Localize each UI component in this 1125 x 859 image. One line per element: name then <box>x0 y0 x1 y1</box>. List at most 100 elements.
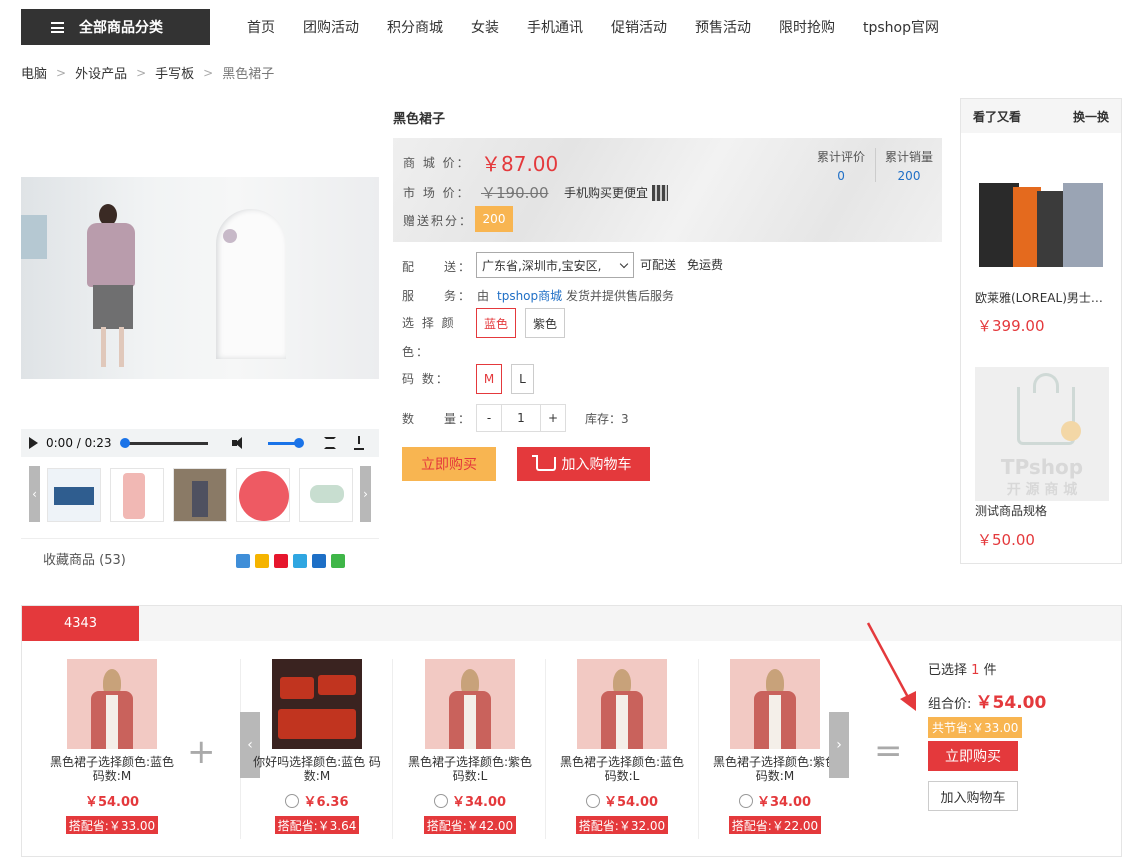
quantity-minus-button[interactable]: - <box>476 404 502 432</box>
side-item-image[interactable] <box>975 153 1109 287</box>
refresh-button[interactable]: 换一换 <box>1073 108 1109 125</box>
download-icon[interactable] <box>353 436 365 450</box>
chevron-right-icon[interactable]: › <box>829 712 849 778</box>
watermark-brand: TPshop <box>1000 455 1084 479</box>
fullscreen-icon[interactable] <box>323 437 336 449</box>
nav-group-buy[interactable]: 团购活动 <box>303 17 359 37</box>
share-wechat-icon[interactable] <box>331 554 345 568</box>
combo-buy-now-button[interactable]: 立即购买 <box>928 741 1018 771</box>
divider <box>545 659 546 839</box>
volume-icon[interactable] <box>231 437 246 449</box>
qr-code-icon[interactable] <box>652 184 669 201</box>
quantity-input[interactable]: 1 <box>502 404 540 432</box>
chevron-right-icon: > <box>136 65 147 80</box>
size-label: 码 数： <box>402 372 450 386</box>
video-seek-bar[interactable] <box>119 437 208 448</box>
quantity-label: 数 量： <box>402 412 473 426</box>
favorite-button[interactable]: 收藏商品 (53) <box>43 549 126 568</box>
nav-womens-wear[interactable]: 女装 <box>471 17 499 37</box>
combo-item-name[interactable]: 你好吗选择颜色:蓝色 码数:M <box>252 755 382 783</box>
combo-item-image[interactable] <box>425 659 515 749</box>
thumbnail-dress[interactable] <box>173 468 227 522</box>
thumbnail-tablet[interactable] <box>47 468 101 522</box>
mall-price-label: 商 城 价： <box>403 156 471 170</box>
product-video[interactable] <box>21 177 379 379</box>
nav-mobile[interactable]: 手机通讯 <box>527 17 583 37</box>
combo-item-price-value: ￥6.36 <box>303 795 349 810</box>
color-option-blue[interactable]: 蓝色 <box>476 308 516 338</box>
stock-count: 库存：3 <box>585 412 629 426</box>
combo-item-image[interactable] <box>577 659 667 749</box>
delivery-label: 配 送： <box>402 260 473 274</box>
combo-item-image[interactable] <box>67 659 157 749</box>
shop-link[interactable]: tpshop商城 <box>497 287 562 304</box>
seek-knob[interactable] <box>119 437 130 448</box>
breadcrumb-item[interactable]: 手写板 <box>155 63 194 82</box>
combo-item-name[interactable]: 黑色裙子选择颜色:紫色 码数:M <box>710 755 840 783</box>
combo-item-name[interactable]: 黑色裙子选择颜色:蓝色 码数:M <box>47 755 177 783</box>
quantity-plus-button[interactable]: + <box>540 404 566 432</box>
nav-flash-sale[interactable]: 限时抢购 <box>779 17 835 37</box>
size-option-l[interactable]: L <box>511 364 534 394</box>
thumbnail-phone[interactable] <box>110 468 164 522</box>
combo-item-saving: 搭配省:￥22.00 <box>728 816 822 834</box>
breadcrumb-item[interactable]: 外设产品 <box>75 63 127 82</box>
combo-item-name[interactable]: 黑色裙子选择颜色:紫色 码数:L <box>405 755 535 783</box>
side-item-image[interactable]: TPshop 开 源 商 城 <box>975 367 1109 501</box>
combo-item-image[interactable] <box>730 659 820 749</box>
volume-slider[interactable] <box>267 437 304 448</box>
share-tencent-icon[interactable] <box>293 554 307 568</box>
share-weibo-icon[interactable] <box>274 554 288 568</box>
combo-selected-suffix: 件 <box>983 663 997 678</box>
combo-item: 你好吗选择颜色:蓝色 码数:M ￥6.36 搭配省:￥3.64 <box>252 659 382 834</box>
nav-points-mall[interactable]: 积分商城 <box>387 17 443 37</box>
mobile-buy-label: 手机购买更便宜 <box>564 186 649 200</box>
combo-item-saving: 搭配省:￥32.00 <box>575 816 669 834</box>
nav-home[interactable]: 首页 <box>247 17 275 37</box>
share-qzone-icon[interactable] <box>255 554 269 568</box>
share-renren-icon[interactable] <box>312 554 326 568</box>
combo-item-price: ￥34.00 <box>710 791 840 810</box>
delivery-region-select[interactable]: 广东省,深圳市,宝安区, <box>476 252 634 278</box>
nav-official-site[interactable]: tpshop官网 <box>863 17 939 37</box>
play-icon[interactable] <box>29 437 38 449</box>
model-sweater <box>87 223 135 287</box>
add-to-cart-button[interactable]: 加入购物车 <box>517 447 650 481</box>
combo-item-price-value: ￥54.00 <box>603 795 659 810</box>
combo-item: 黑色裙子选择颜色:紫色 码数:M ￥34.00 搭配省:￥22.00 <box>710 659 840 834</box>
buy-now-button[interactable]: 立即购买 <box>402 447 496 481</box>
side-item-name[interactable]: 测试商品规格 <box>975 502 1109 519</box>
annotation-arrow-icon <box>866 622 916 711</box>
side-item-name[interactable]: 欧莱雅(LOREAL)男士8... <box>975 289 1109 306</box>
mobile-buy-link[interactable]: 手机购买更便宜 <box>564 184 669 201</box>
combo-select-radio[interactable] <box>285 793 300 808</box>
combo-select-radio[interactable] <box>738 793 753 808</box>
nav-promotions[interactable]: 促销活动 <box>611 17 667 37</box>
combo-add-to-cart-button[interactable]: 加入购物车 <box>928 781 1018 811</box>
mall-price: ￥87.00 <box>481 152 559 176</box>
free-shipping: 免运费 <box>687 258 724 272</box>
combo-item-image[interactable] <box>272 659 362 749</box>
volume-knob[interactable] <box>293 437 304 448</box>
combo-select-radio[interactable] <box>585 793 600 808</box>
combo-tab[interactable]: 4343 <box>22 606 139 641</box>
breadcrumb-item[interactable]: 电脑 <box>21 63 47 82</box>
chevron-right-icon[interactable]: › <box>360 466 371 522</box>
combo-item-price: ￥6.36 <box>252 791 382 810</box>
divider <box>392 659 393 839</box>
review-count-value: 0 <box>837 169 845 183</box>
share-more-icon[interactable] <box>236 554 250 568</box>
nav-presale[interactable]: 预售活动 <box>695 17 751 37</box>
combo-item-name[interactable]: 黑色裙子选择颜色:蓝色 码数:L <box>557 755 687 783</box>
combo-item-price: ￥34.00 <box>405 791 535 810</box>
review-count[interactable]: 累计评价 0 <box>817 148 865 183</box>
all-categories-button[interactable]: 全部商品分类 <box>21 9 210 45</box>
thumbnail-logo[interactable] <box>236 468 290 522</box>
chevron-left-icon[interactable]: ‹ <box>29 466 40 522</box>
size-option-m[interactable]: M <box>476 364 502 394</box>
look-again-header: 看了又看 换一换 <box>961 99 1121 133</box>
color-option-purple[interactable]: 紫色 <box>525 308 565 338</box>
combo-select-radio[interactable] <box>433 793 448 808</box>
thumbnail-product[interactable] <box>299 468 353 522</box>
plus-icon: + <box>187 732 216 772</box>
